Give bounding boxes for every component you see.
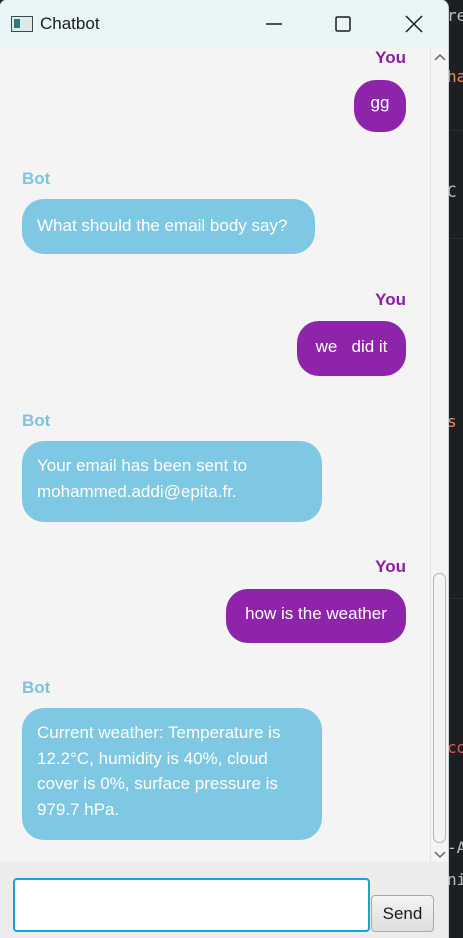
minimize-icon bbox=[266, 23, 282, 25]
maximize-icon bbox=[335, 16, 351, 32]
editor-fragment: ha bbox=[447, 67, 463, 86]
close-icon bbox=[405, 15, 423, 33]
maximize-button[interactable] bbox=[320, 0, 366, 48]
bot-message-bubble: Current weather: Temperature is 12.2°C, … bbox=[22, 708, 322, 840]
title-bar[interactable]: Chatbot bbox=[0, 0, 448, 48]
scrollbar-thumb[interactable] bbox=[433, 573, 446, 843]
bot-message-bubble: What should the email body say? bbox=[22, 199, 315, 254]
bot-message-bubble: Your email has been sent to mohammed.add… bbox=[22, 441, 322, 522]
editor-separator bbox=[446, 598, 463, 599]
message-sender: Bot bbox=[22, 169, 51, 188]
close-button[interactable] bbox=[391, 0, 437, 48]
message-sender: Bot bbox=[22, 411, 51, 430]
chat-history[interactable]: You gg Bot What should the email body sa… bbox=[0, 48, 430, 862]
chatbot-window: Chatbot You gg Bot What should the email… bbox=[0, 0, 448, 938]
user-message-bubble: how is the weather bbox=[226, 589, 406, 643]
message-sender: Bot bbox=[22, 678, 51, 697]
window-title: Chatbot bbox=[40, 14, 100, 33]
editor-fragment: re bbox=[447, 6, 463, 25]
minimize-button[interactable] bbox=[251, 0, 297, 48]
editor-fragment: co bbox=[447, 738, 463, 757]
editor-fragment: C bbox=[447, 182, 457, 201]
editor-separator bbox=[446, 130, 463, 131]
composer-bar: Send bbox=[0, 862, 448, 938]
message-sender: You bbox=[375, 557, 406, 576]
message-input[interactable] bbox=[13, 878, 370, 932]
editor-fragment: s bbox=[447, 412, 457, 431]
background-editor: re ha C s co -A ni bbox=[446, 0, 463, 938]
chat-scrollbar[interactable] bbox=[430, 48, 448, 862]
editor-fragment: ni bbox=[447, 870, 463, 889]
send-button[interactable]: Send bbox=[371, 895, 434, 932]
chevron-down-icon[interactable] bbox=[434, 850, 446, 860]
editor-fragment: -A bbox=[447, 838, 463, 857]
editor-separator bbox=[446, 238, 463, 239]
user-message-bubble: gg bbox=[354, 80, 406, 132]
message-sender: You bbox=[375, 48, 406, 67]
chevron-up-icon[interactable] bbox=[434, 52, 446, 62]
user-message-bubble: we did it bbox=[297, 321, 406, 376]
app-window-icon bbox=[11, 16, 33, 32]
message-sender: You bbox=[375, 290, 406, 309]
